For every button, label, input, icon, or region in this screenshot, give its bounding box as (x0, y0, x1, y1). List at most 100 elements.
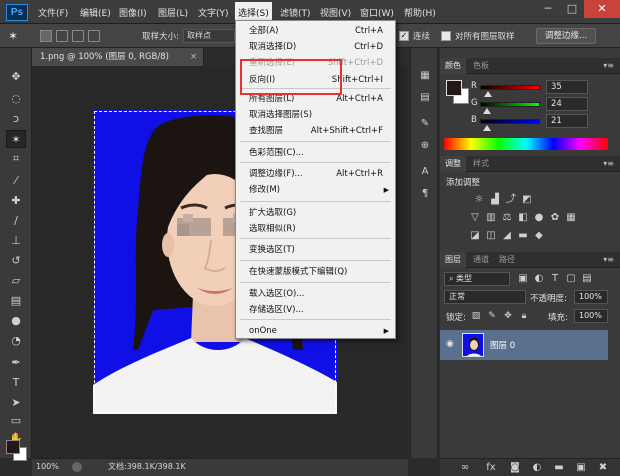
gradient-tool-icon[interactable]: ▤ (6, 292, 26, 310)
history-brush-icon[interactable]: ↺ (6, 252, 26, 270)
document-tab[interactable]: 1.png @ 100% (图层 0, RGB/8) × (32, 48, 204, 66)
status-menu-icon[interactable] (72, 462, 82, 472)
posterize-icon[interactable]: ◫ (484, 230, 498, 242)
menu-type[interactable]: 文字(Y) (198, 6, 229, 19)
select-menu-item[interactable]: 存储选区(V)... (236, 302, 395, 318)
color-lookup-icon[interactable]: ▦ (564, 212, 578, 224)
color-foreground-swatch[interactable] (446, 80, 462, 96)
blend-mode-select[interactable]: 正常 (444, 290, 526, 304)
tab-styles[interactable]: 样式 (468, 156, 494, 172)
layer-row[interactable]: ◉ 图层 0 (440, 330, 608, 360)
select-menu-item[interactable]: 修改(M) ▶ (236, 182, 395, 198)
b-value-input[interactable]: 21 (546, 114, 588, 128)
tab-swatches[interactable]: 色板 (468, 58, 494, 74)
select-menu-item[interactable]: 选取相似(R) (236, 221, 395, 237)
blur-tool-icon[interactable]: ● (6, 312, 26, 330)
color-spectrum-bar[interactable] (444, 138, 608, 150)
lock-transparent-icon[interactable]: ▨ (470, 310, 482, 322)
menu-help[interactable]: 帮助(H) (404, 6, 436, 19)
g-value-input[interactable]: 24 (546, 97, 588, 111)
tab-channels[interactable]: 通道 (468, 252, 494, 268)
filter-smart-icon[interactable]: ▤ (580, 273, 594, 285)
healing-brush-icon[interactable]: ✚ (6, 192, 26, 210)
layer-name[interactable]: 图层 0 (490, 339, 515, 351)
vibrance-icon[interactable]: ▽ (468, 212, 482, 224)
select-menu-item[interactable]: 取消选择(D) Ctrl+D (236, 39, 395, 55)
invert-icon[interactable]: ◪ (468, 230, 482, 242)
new-adjustment-icon[interactable]: ◐ (530, 462, 544, 474)
lock-all-icon[interactable]: 🔒︎ (518, 310, 530, 322)
eyedropper-tool-icon[interactable]: ⁄ (6, 172, 26, 190)
gradient-map-icon[interactable]: ▬ (516, 230, 530, 242)
r-slider-thumb[interactable] (484, 91, 492, 97)
foreground-color-swatch[interactable] (6, 440, 20, 454)
select-menu-item[interactable]: 变换选区(T) (236, 242, 395, 258)
new-group-icon[interactable]: ▬ (552, 462, 566, 474)
select-menu-item[interactable]: 取消选择图层(S) (236, 107, 395, 123)
document-tab-close[interactable]: × (190, 48, 197, 66)
threshold-icon[interactable]: ◢ (500, 230, 514, 242)
lock-position-icon[interactable]: ✥ (502, 310, 514, 322)
rectangle-tool-icon[interactable]: ▭ (6, 412, 26, 430)
add-mask-icon[interactable]: ◙ (508, 462, 522, 474)
filter-type-icon[interactable]: T (548, 273, 562, 285)
type-tool-icon[interactable]: T (6, 374, 26, 392)
select-menu-item[interactable]: 全部(A) Ctrl+A (236, 23, 395, 39)
filter-shape-icon[interactable]: ▢ (564, 273, 578, 285)
tab-color[interactable]: 颜色 (440, 58, 466, 74)
select-menu-item[interactable]: 在快速蒙版模式下编辑(Q) (236, 264, 395, 280)
menu-edit[interactable]: 编辑(E) (80, 6, 111, 19)
intersect-selection-icon[interactable] (88, 30, 100, 42)
crop-tool-icon[interactable]: ⌗ (6, 150, 26, 168)
color-balance-icon[interactable]: ⚖ (500, 212, 514, 224)
bw-icon[interactable]: ◧ (516, 212, 530, 224)
select-menu-item[interactable]: onOne ▶ (236, 323, 395, 339)
menu-file[interactable]: 文件(F) (38, 6, 68, 19)
paragraph-panel-icon[interactable]: ¶ (417, 186, 433, 202)
refine-edge-button[interactable]: 调整边缘... (536, 28, 597, 44)
marquee-tool-icon[interactable]: ◌ (6, 90, 26, 108)
brush-panel-icon[interactable]: ✎ (417, 116, 433, 132)
hue-icon[interactable]: ▥ (484, 212, 498, 224)
panel-menu-icon[interactable]: ▾≡ (603, 255, 614, 264)
close-button[interactable]: ✕ (584, 0, 620, 18)
menu-select[interactable]: 选择(S) (235, 2, 272, 22)
exposure-icon[interactable]: ◩ (520, 194, 534, 206)
menu-image[interactable]: 图像(I) (119, 6, 147, 19)
levels-icon[interactable]: ▟ (488, 194, 502, 206)
properties-panel-icon[interactable]: ▤ (417, 90, 433, 106)
magic-wand-tool-icon[interactable]: ✶ (8, 29, 18, 43)
brush-tool-icon[interactable]: ∕ (6, 212, 26, 230)
new-layer-icon[interactable]: ▣ (574, 462, 588, 474)
sample-size-select[interactable]: 取样点 (183, 29, 235, 43)
filter-pixel-icon[interactable]: ▣ (516, 273, 530, 285)
dodge-tool-icon[interactable]: ◔ (6, 332, 26, 350)
brightness-icon[interactable]: ☼ (472, 194, 486, 206)
pen-tool-icon[interactable]: ✒ (6, 354, 26, 372)
g-slider-thumb[interactable] (483, 108, 491, 114)
g-slider[interactable] (480, 102, 540, 107)
filter-adjust-icon[interactable]: ◐ (532, 273, 546, 285)
menu-window[interactable]: 窗口(W) (360, 6, 394, 19)
r-slider[interactable] (480, 85, 540, 90)
new-selection-icon[interactable] (40, 30, 52, 42)
maximize-button[interactable]: □ (560, 0, 584, 18)
minimize-button[interactable]: ─ (536, 0, 560, 18)
menu-layer[interactable]: 图层(L) (158, 6, 188, 19)
channel-mixer-icon[interactable]: ✿ (548, 212, 562, 224)
clone-source-icon[interactable]: ⊕ (417, 138, 433, 154)
add-selection-icon[interactable] (56, 30, 68, 42)
selective-color-icon[interactable]: ◆ (532, 230, 546, 242)
panel-menu-icon[interactable]: ▾≡ (603, 159, 614, 168)
lasso-tool-icon[interactable]: ↄ (6, 110, 26, 128)
photo-filter-icon[interactable]: ● (532, 212, 546, 224)
curves-icon[interactable]: ⤴ (504, 194, 518, 206)
menu-view[interactable]: 视图(V) (320, 6, 351, 19)
lock-pixels-icon[interactable]: ✎ (486, 310, 498, 322)
panel-menu-icon[interactable]: ▾≡ (603, 61, 614, 70)
select-menu-item[interactable]: 色彩范围(C)... (236, 145, 395, 161)
contiguous-checkbox[interactable]: ✓ (399, 31, 409, 41)
b-slider[interactable] (480, 119, 540, 124)
select-menu-item[interactable]: 查找图层 Alt+Shift+Ctrl+F (236, 123, 395, 139)
select-menu-item[interactable]: 扩大选取(G) (236, 205, 395, 221)
